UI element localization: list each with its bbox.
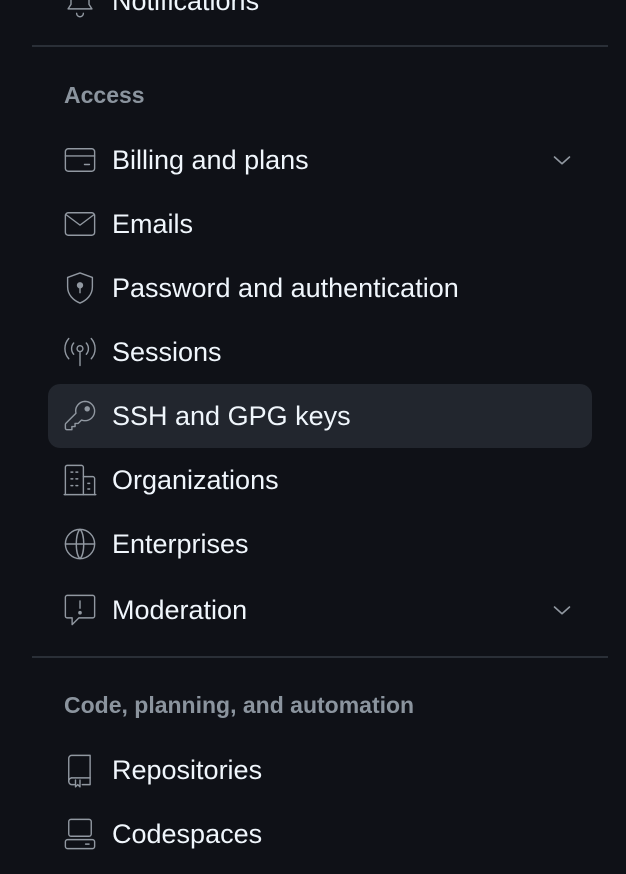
section-heading-access: Access bbox=[64, 82, 145, 108]
sidebar-item-enterprises[interactable]: Enterprises bbox=[48, 512, 592, 576]
sidebar-item-label: Billing and plans bbox=[112, 145, 309, 175]
repo-icon bbox=[62, 752, 98, 788]
sidebar-item-label: Moderation bbox=[112, 595, 248, 625]
sidebar-item-sessions[interactable]: Sessions bbox=[48, 320, 592, 384]
organization-icon bbox=[62, 462, 98, 498]
report-icon bbox=[62, 592, 98, 628]
sidebar-item-billing[interactable]: Billing and plans bbox=[48, 128, 592, 192]
globe-icon bbox=[62, 526, 98, 562]
credit-card-icon bbox=[62, 142, 98, 178]
sidebar-item-label: Sessions bbox=[112, 337, 222, 367]
sidebar-item-label: Enterprises bbox=[112, 529, 249, 559]
sidebar-item-organizations[interactable]: Organizations bbox=[48, 448, 592, 512]
sidebar-item-label: Repositories bbox=[112, 755, 263, 785]
section-heading-code-planning-automation: Code, planning, and automation bbox=[64, 692, 415, 718]
sidebar-item-emails[interactable]: Emails bbox=[48, 192, 592, 256]
shield-lock-icon bbox=[62, 270, 98, 306]
sidebar-item-notifications[interactable]: Notifications bbox=[48, 0, 592, 33]
sidebar-item-repositories[interactable]: Repositories bbox=[48, 738, 592, 802]
sidebar-item-ssh-and-gpg-keys[interactable]: SSH and GPG keys bbox=[48, 384, 592, 448]
mail-icon bbox=[62, 206, 98, 242]
bell-icon bbox=[62, 0, 98, 19]
divider bbox=[32, 45, 608, 47]
chevron-down-icon[interactable] bbox=[550, 148, 574, 172]
sidebar-item-label: Codespaces bbox=[112, 819, 263, 849]
chevron-down-icon[interactable] bbox=[550, 598, 574, 622]
sidebar-item-password-and-authentication[interactable]: Password and authentication bbox=[48, 256, 592, 320]
sidebar-item-label: Organizations bbox=[112, 465, 279, 495]
sidebar-item-label: Emails bbox=[112, 209, 194, 239]
sidebar-item-codespaces[interactable]: Codespaces bbox=[48, 802, 592, 866]
sidebar-item-moderation[interactable]: Moderation bbox=[48, 578, 592, 642]
codespaces-icon bbox=[62, 816, 98, 852]
sidebar-item-label: Notifications bbox=[112, 0, 260, 16]
divider bbox=[32, 656, 608, 658]
sidebar-item-label: SSH and GPG keys bbox=[112, 401, 351, 431]
broadcast-icon bbox=[62, 334, 98, 370]
key-icon bbox=[62, 398, 98, 434]
sidebar-item-label: Password and authentication bbox=[112, 273, 459, 303]
settings-sidebar: Notifications Access Billing and plans E… bbox=[0, 0, 626, 874]
